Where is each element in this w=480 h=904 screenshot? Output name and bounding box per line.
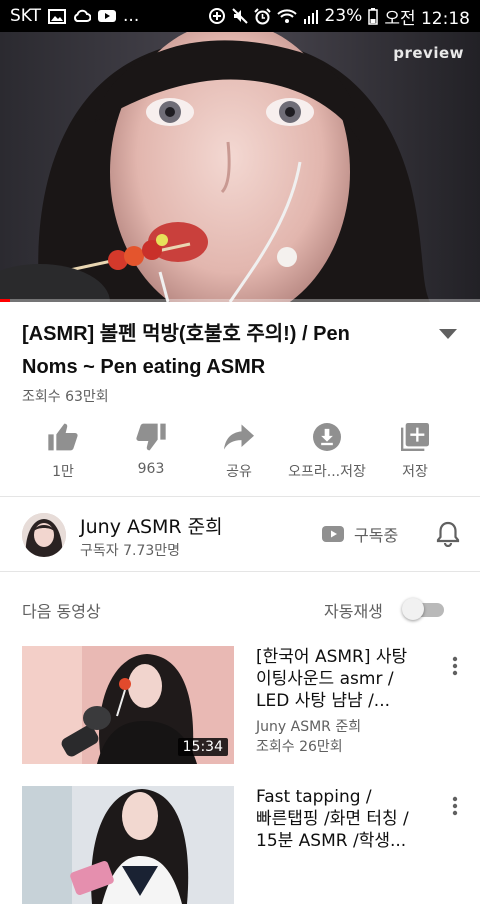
thumbs-up-icon (48, 423, 78, 451)
video-title-line: LED 사탕 냠냠 /... (256, 691, 391, 711)
avatar-image (22, 513, 66, 557)
video-title-line: 빠른탭핑 /화면 터칭 / (256, 809, 409, 829)
video-more-options-button[interactable] (444, 652, 466, 680)
youtube-logo-icon (322, 526, 344, 542)
gallery-icon (48, 8, 67, 24)
share-icon (224, 424, 254, 450)
signal-icon (303, 9, 319, 24)
playback-progress-bar[interactable] (0, 299, 480, 302)
channel-name[interactable]: Juny ASMR 준희 (80, 512, 223, 539)
expand-description-button[interactable] (434, 322, 462, 346)
share-button[interactable]: 공유 (194, 418, 284, 488)
video-thumbnail[interactable] (22, 786, 234, 904)
notification-bell-button[interactable] (434, 520, 462, 548)
subscribed-label: 구독중 (354, 526, 399, 545)
playback-progress-fill (0, 299, 10, 302)
youtube-notification-icon (98, 9, 117, 23)
like-button[interactable]: 1만 (18, 418, 108, 488)
share-label: 공유 (226, 464, 252, 480)
video-title[interactable]: Fast tapping / 빠른탭핑 /화면 터칭 / 15분 ASMR /학… (256, 786, 424, 852)
caret-down-icon (439, 329, 457, 339)
dislike-count: 963 (137, 461, 165, 477)
video-title-line: Fast tapping / (256, 787, 372, 807)
data-saver-icon (208, 7, 226, 25)
video-title-line: 이팅사운드 asmr / (256, 669, 394, 689)
autoplay-label: 자동재생 (324, 602, 383, 621)
bell-icon (436, 521, 460, 547)
save-label: 저장 (402, 464, 428, 480)
more-notifications-dots: ... (123, 6, 140, 26)
video-thumbnail[interactable]: 15:34 (22, 646, 234, 764)
video-title-line-2: Noms ~ Pen eating ASMR (22, 356, 266, 378)
offline-save-button[interactable]: 오프라...저장 (282, 418, 372, 488)
video-channel-name: Juny ASMR 준희 (256, 719, 362, 735)
battery-icon (368, 7, 379, 25)
video-frame-image (0, 32, 480, 302)
wifi-icon (276, 8, 297, 24)
video-more-options-button[interactable] (444, 792, 466, 820)
preview-watermark: preview (393, 44, 464, 62)
like-count: 1만 (52, 464, 74, 480)
more-vert-icon (452, 796, 458, 816)
mute-icon (231, 8, 248, 24)
video-player[interactable]: preview (0, 32, 480, 302)
more-vert-icon (452, 656, 458, 676)
channel-avatar[interactable] (22, 513, 66, 557)
cloud-sync-icon (73, 9, 92, 23)
video-title[interactable]: [한국어 ASMR] 사탕 이팅사운드 asmr / LED 사탕 냠냠 /..… (256, 646, 424, 712)
dislike-button[interactable]: 963 (106, 418, 196, 488)
add-to-playlist-icon (401, 423, 429, 451)
offline-save-label: 오프라...저장 (288, 464, 366, 480)
up-next-label: 다음 동영상 (22, 602, 101, 621)
thumbnail-image (22, 786, 234, 904)
video-title-line: [한국어 ASMR] 사탕 (256, 647, 408, 667)
video-view-count: 조회수 26만회 (256, 739, 343, 755)
subscribed-button[interactable]: 구독중 (322, 522, 398, 546)
status-bar: SKT ... 23% 오전 12:18 (0, 0, 480, 32)
thumbs-down-icon (136, 423, 166, 451)
divider (0, 496, 480, 497)
divider (0, 571, 480, 572)
autoplay-toggle[interactable] (402, 598, 444, 620)
carrier-label: SKT (10, 6, 42, 26)
video-title[interactable]: [ASMR] 볼펜 먹방(호불호 주의!) / Pen Noms ~ Pen e… (22, 318, 412, 384)
download-icon (313, 423, 341, 451)
view-count: 조회수 63만회 (22, 389, 109, 405)
battery-percent: 23% (324, 6, 363, 26)
video-title-line: 15분 ASMR /학생... (256, 831, 407, 851)
subscriber-count: 구독자 7.73만명 (80, 543, 181, 559)
autoplay-toggle-knob (402, 598, 424, 620)
clock: 오전 12:18 (384, 8, 470, 29)
video-duration: 15:34 (177, 738, 228, 756)
video-actions-row: 1만 963 공유 오프라...저장 저장 (0, 418, 480, 488)
alarm-icon (253, 7, 271, 25)
video-title-line-1: [ASMR] 볼펜 먹방(호불호 주의!) / Pen (22, 323, 350, 345)
save-to-playlist-button[interactable]: 저장 (370, 418, 460, 488)
